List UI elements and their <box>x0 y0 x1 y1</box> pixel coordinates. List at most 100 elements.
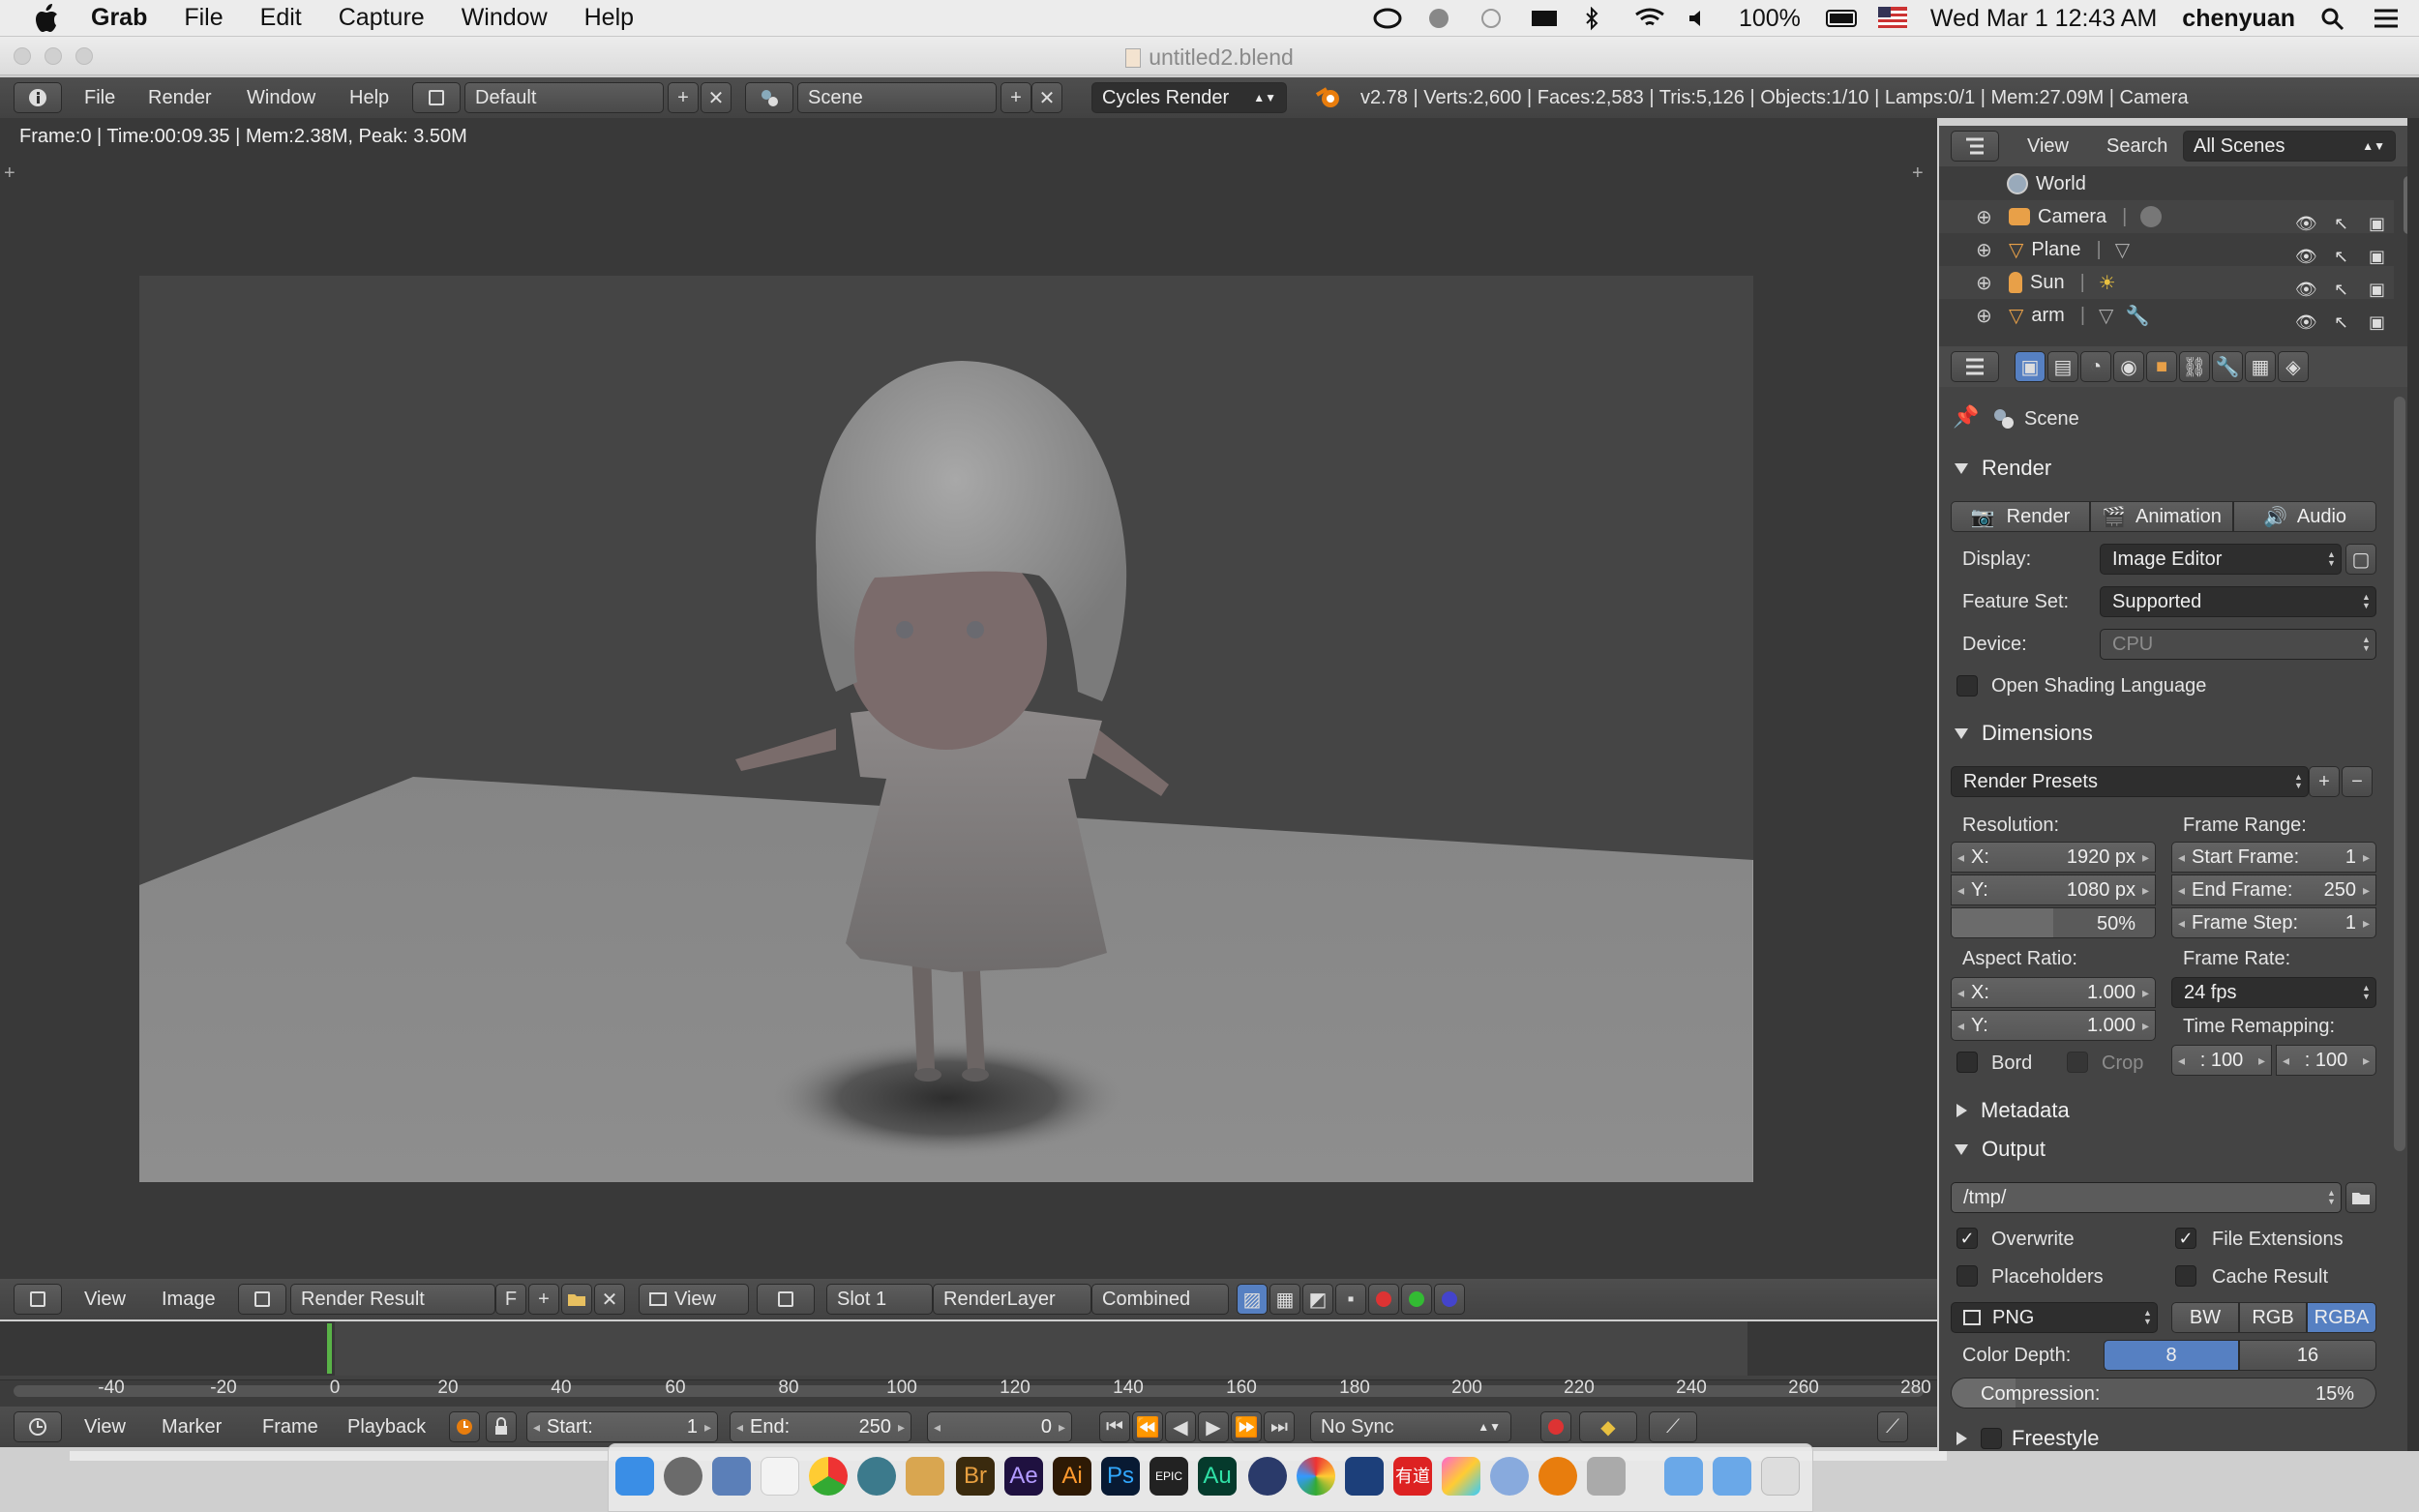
bluetooth-icon[interactable] <box>1582 6 1609 31</box>
current-frame-field[interactable]: 0 <box>927 1411 1072 1442</box>
play-reverse-icon[interactable]: ◀ <box>1165 1411 1196 1442</box>
trash-icon[interactable] <box>1761 1457 1800 1496</box>
editor-type-timeline-icon[interactable] <box>14 1411 62 1442</box>
menu-render[interactable]: Render <box>134 87 226 109</box>
mac-menu-capture[interactable]: Capture <box>339 4 425 32</box>
image-menu-image[interactable]: Image <box>147 1289 230 1311</box>
draw-channels-z-icon[interactable]: ◩ <box>1302 1284 1333 1315</box>
remap-new-field[interactable]: : 100 <box>2276 1045 2376 1076</box>
preview-icon[interactable] <box>712 1457 751 1496</box>
sketch-icon[interactable] <box>1442 1457 1480 1496</box>
apple-icon[interactable] <box>33 3 62 33</box>
keyframe-tool-icon[interactable]: ⟋ <box>1877 1411 1908 1442</box>
render-tab-icon[interactable]: ▣ <box>2015 351 2046 382</box>
timeline-menu-frame[interactable]: Frame <box>248 1416 333 1438</box>
expand-icon[interactable]: ⊕ <box>1976 304 1995 328</box>
editor-type-properties-icon[interactable] <box>1951 351 1999 382</box>
start-frame-field[interactable]: Start:1 <box>526 1411 718 1442</box>
start-frame-prop-field[interactable]: Start Frame:1 <box>2171 842 2376 873</box>
notification-center-icon[interactable] <box>2373 7 2400 30</box>
applications-folder-icon[interactable] <box>1664 1457 1703 1496</box>
sync-mode-selector[interactable]: No Sync ▲▼ <box>1310 1411 1511 1442</box>
remove-scene-button[interactable]: ✕ <box>1031 82 1062 113</box>
unlink-image-button[interactable]: ✕ <box>594 1284 625 1315</box>
render-camera-icon[interactable]: ▣ ▣ ▣ ▣ <box>2369 207 2385 339</box>
folder-browse-icon[interactable] <box>2345 1182 2376 1213</box>
end-frame-field[interactable]: End:250 <box>730 1411 911 1442</box>
us-flag-icon[interactable] <box>1877 7 1907 30</box>
color-depth-8[interactable]: 8 <box>2104 1340 2239 1371</box>
mac-menu-file[interactable]: File <box>184 4 223 32</box>
visibility-eye-icon[interactable]: 👁 👁 👁 👁 <box>2295 207 2317 339</box>
outliner-row-sun[interactable]: ⊕ Sun | ☀ <box>1939 266 2394 299</box>
color-picker-icon[interactable] <box>1297 1457 1335 1496</box>
finder-icon[interactable] <box>615 1457 654 1496</box>
output-path-field[interactable]: /tmp/ <box>1951 1182 2342 1213</box>
file-format-selector[interactable]: PNG <box>1951 1302 2158 1333</box>
outliner-row-plane[interactable]: ⊕ ▽ Plane | ▽ <box>1939 233 2394 266</box>
after-effects-icon[interactable]: Ae <box>1004 1457 1043 1496</box>
blender-dock-icon[interactable] <box>1538 1457 1577 1496</box>
editor-type-outliner-icon[interactable] <box>1951 131 1999 162</box>
lock-range-icon[interactable] <box>486 1411 517 1442</box>
outliner-row-arm[interactable]: ⊕ ▽ arm | ▽ 🔧 <box>1939 299 2394 332</box>
mac-menu-window[interactable]: Window <box>462 4 548 32</box>
view-mode-selector[interactable]: View <box>639 1284 749 1315</box>
auto-keying-record-icon[interactable] <box>1540 1411 1571 1442</box>
keying-set-icon[interactable]: ◆ <box>1579 1411 1637 1442</box>
modifiers-tab-icon[interactable]: 🔧 <box>2212 351 2243 382</box>
constraints-tab-icon[interactable]: ⛓ <box>2179 351 2210 382</box>
jump-end-icon[interactable]: ⏭ <box>1264 1411 1295 1442</box>
expand-icon[interactable]: ⊕ <box>1976 238 1995 262</box>
play-icon[interactable]: ▶ <box>1198 1411 1229 1442</box>
sourcetree-icon[interactable] <box>1345 1457 1384 1496</box>
scene-selector[interactable]: Scene <box>797 82 997 113</box>
resolution-percentage-slider[interactable]: 50% <box>1951 907 2156 938</box>
keyframe-insert-icon[interactable]: ⟋ <box>1649 1411 1697 1442</box>
remove-layout-button[interactable]: ✕ <box>701 82 732 113</box>
timeline-area[interactable] <box>0 1321 1937 1412</box>
editor-type-info-icon[interactable] <box>14 82 62 113</box>
timeline-menu-marker[interactable]: Marker <box>147 1416 236 1438</box>
new-image-button[interactable]: + <box>528 1284 559 1315</box>
editor-type-image-icon[interactable] <box>14 1284 62 1315</box>
lock-interface-icon[interactable]: ▢ <box>2345 544 2376 575</box>
draw-channels-color-icon[interactable]: ▨ <box>1237 1284 1268 1315</box>
jump-start-icon[interactable]: ⏮ <box>1099 1411 1130 1442</box>
time-machine-icon[interactable] <box>1478 7 1505 30</box>
end-frame-prop-field[interactable]: End Frame:250 <box>2171 875 2376 905</box>
render-layer-selector[interactable]: RenderLayer <box>933 1284 1091 1315</box>
memory-icon[interactable] <box>1530 7 1557 30</box>
expand-icon[interactable]: ⊕ <box>1976 271 1995 295</box>
outliner-row-world[interactable]: World <box>1939 167 2394 200</box>
color-mode-rgb[interactable]: RGB <box>2239 1302 2307 1333</box>
red-channel-icon[interactable] <box>1368 1284 1399 1315</box>
display-selector[interactable]: Image Editor <box>2100 544 2342 575</box>
app-name[interactable]: Grab <box>91 4 147 32</box>
frame-rate-selector[interactable]: 24 fps <box>2171 977 2376 1008</box>
epic-games-icon[interactable]: EPIC <box>1150 1457 1188 1496</box>
outliner-menu-search[interactable]: Search <box>2092 135 2182 158</box>
add-preset-button[interactable]: + <box>2309 766 2340 797</box>
outliner-display-mode-selector[interactable]: All Scenes ▲▼ <box>2183 131 2396 162</box>
metadata-panel-header[interactable]: Metadata <box>1947 1093 2382 1128</box>
dimensions-panel-header[interactable]: Dimensions <box>1947 716 2382 751</box>
freestyle-panel-header[interactable]: Freestyle <box>1947 1426 2382 1451</box>
cyberduck-icon[interactable] <box>906 1457 944 1496</box>
output-panel-header[interactable]: Output <box>1947 1132 2382 1167</box>
atom-icon[interactable] <box>1490 1457 1529 1496</box>
crop-checkbox[interactable] <box>2067 1052 2088 1073</box>
menu-window[interactable]: Window <box>232 87 330 109</box>
mac-menu-help[interactable]: Help <box>584 4 634 32</box>
user-status-icon[interactable] <box>1425 7 1452 30</box>
render-presets-selector[interactable]: Render Presets <box>1951 766 2309 797</box>
bridge-icon[interactable]: Br <box>956 1457 995 1496</box>
properties-scrollbar[interactable] <box>2394 397 2405 1151</box>
blue-channel-icon[interactable] <box>1434 1284 1465 1315</box>
grab-dock-icon[interactable] <box>1587 1457 1626 1496</box>
osl-checkbox[interactable] <box>1956 675 1978 697</box>
add-layout-button[interactable]: + <box>668 82 699 113</box>
border-checkbox[interactable] <box>1956 1052 1978 1073</box>
feature-set-selector[interactable]: Supported <box>2100 586 2376 617</box>
audition-icon[interactable]: Au <box>1198 1457 1237 1496</box>
